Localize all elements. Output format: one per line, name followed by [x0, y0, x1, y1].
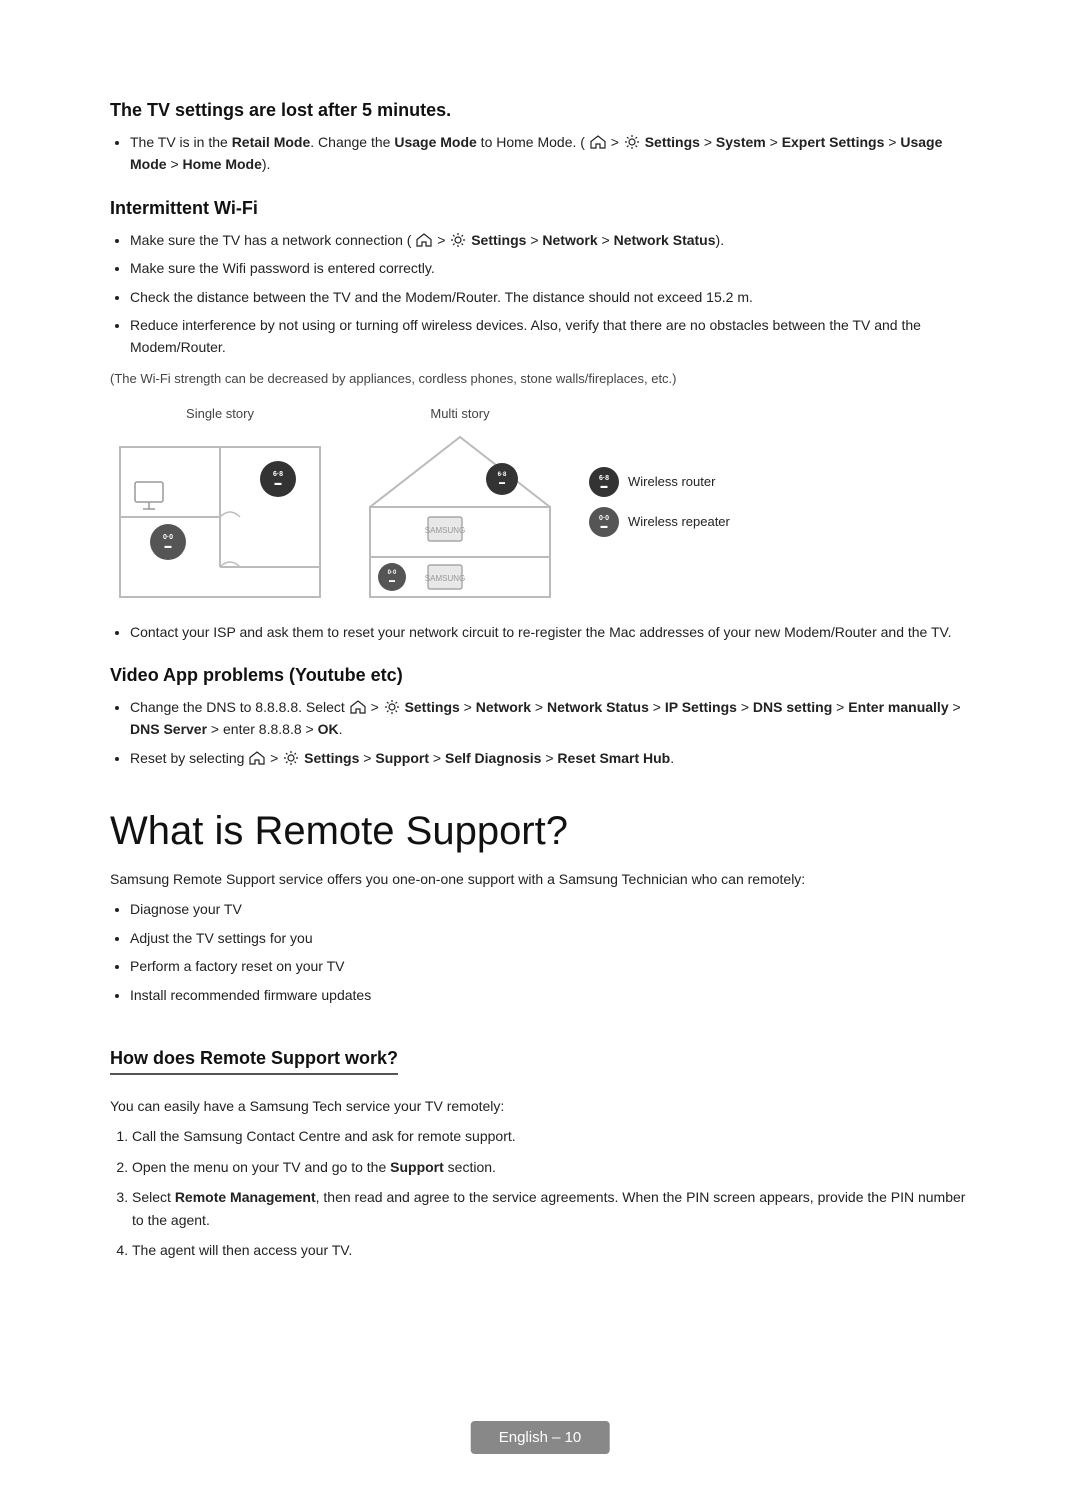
reset-nav-support: Support: [375, 750, 429, 766]
dns-nav-network: Network: [476, 699, 531, 715]
tv-settings-bullet: The TV is in the Retail Mode. Change the…: [130, 131, 970, 176]
wifi-bullet-3: Check the distance between the TV and th…: [130, 286, 970, 308]
svg-text:▬: ▬: [389, 578, 395, 584]
multi-story-svg: SAMSUNG SAMSUNG 6·8 ▬ 0·0 ▬: [350, 427, 570, 607]
remote-bullet-4: Install recommended firmware updates: [130, 984, 970, 1006]
settings-icon-4: [283, 750, 299, 766]
nav-network: Network: [542, 232, 597, 248]
nav-network-status: Network Status: [614, 232, 716, 248]
svg-text:▬: ▬: [601, 523, 608, 530]
tv-settings-section: The TV settings are lost after 5 minutes…: [110, 100, 970, 176]
wifi-bullet-2: Make sure the Wifi password is entered c…: [130, 257, 970, 279]
how-remote-heading: How does Remote Support work?: [110, 1048, 398, 1075]
video-app-bullet-2: Reset by selecting > Settings > Support …: [130, 747, 970, 769]
dns-nav-settings: Settings: [405, 699, 460, 715]
video-app-section: Video App problems (Youtube etc) Change …: [110, 665, 970, 769]
how-step-2: Open the menu on your TV and go to the S…: [132, 1156, 970, 1178]
svg-text:0·0: 0·0: [388, 570, 397, 576]
reset-nav-smart-hub: Reset Smart Hub: [557, 750, 670, 766]
diagram-legend: 6·8 ▬ Wireless router 0·0 ▬ Wireless rep…: [588, 466, 730, 538]
how-step-4: The agent will then access your TV.: [132, 1239, 970, 1261]
legend-repeater: 0·0 ▬ Wireless repeater: [588, 506, 730, 538]
svg-text:0·0: 0·0: [599, 515, 609, 522]
wifi-note: (The Wi-Fi strength can be decreased by …: [110, 369, 970, 390]
page-footer: English – 10: [471, 1421, 610, 1454]
svg-text:6·8: 6·8: [599, 475, 609, 482]
settings-icon-3: [384, 699, 400, 715]
how-remote-intro: You can easily have a Samsung Tech servi…: [110, 1095, 970, 1117]
dns-nav-status: Network Status: [547, 699, 649, 715]
svg-text:6·8: 6·8: [498, 472, 507, 478]
dns-nav-dns-server: DNS Server: [130, 721, 207, 737]
tv-settings-heading: The TV settings are lost after 5 minutes…: [110, 100, 970, 121]
dns-nav-dns-setting: DNS setting: [753, 699, 832, 715]
support-bold: Support: [390, 1159, 444, 1175]
diagram-container: Single story 6·8: [110, 406, 970, 607]
single-story-svg: 6·8 ▬ 0·0 ▬: [110, 427, 330, 607]
multi-story-label: Multi story: [430, 406, 489, 421]
svg-text:SAMSUNG: SAMSUNG: [425, 574, 465, 583]
settings-icon-2: [450, 232, 466, 248]
home-icon-4: [249, 749, 265, 763]
reset-nav-settings: Settings: [304, 750, 359, 766]
reset-nav-self-diag: Self Diagnosis: [445, 750, 541, 766]
legend-repeater-label: Wireless repeater: [628, 514, 730, 529]
dns-nav-ip: IP Settings: [665, 699, 737, 715]
legend-router-label: Wireless router: [628, 474, 715, 489]
svg-text:▬: ▬: [601, 483, 608, 490]
video-app-bullet-1: Change the DNS to 8.8.8.8. Select > Sett…: [130, 696, 970, 741]
remote-bullet-1: Diagnose your TV: [130, 898, 970, 920]
footer-label: English – 10: [499, 1429, 582, 1446]
video-app-heading: Video App problems (Youtube etc): [110, 665, 970, 686]
remote-bullet-3: Perform a factory reset on your TV: [130, 955, 970, 977]
svg-text:SAMSUNG: SAMSUNG: [425, 526, 465, 535]
nav-system: System: [716, 134, 766, 150]
home-icon: [590, 133, 606, 147]
how-step-1: Call the Samsung Contact Centre and ask …: [132, 1125, 970, 1147]
settings-icon-1: [624, 134, 640, 150]
how-remote-section: How does Remote Support work? You can ea…: [110, 1028, 970, 1261]
wifi-bullet-1: Make sure the TV has a network connectio…: [130, 229, 970, 251]
svg-text:▬: ▬: [499, 480, 505, 486]
svg-text:▬: ▬: [275, 480, 282, 487]
nav-home-mode: Home Mode: [183, 156, 262, 172]
remote-support-heading: What is Remote Support?: [110, 809, 970, 854]
wifi-bullet-4: Reduce interference by not using or turn…: [130, 314, 970, 359]
nav-settings-wifi: Settings: [471, 232, 526, 248]
dns-nav-enter-manually: Enter manually: [848, 699, 948, 715]
single-story-block: Single story 6·8: [110, 406, 330, 607]
wifi-heading: Intermittent Wi-Fi: [110, 198, 970, 219]
usage-mode-text: Usage Mode: [394, 134, 476, 150]
wifi-contact-bullet: Contact your ISP and ask them to reset y…: [130, 621, 970, 643]
retail-mode-text: Retail Mode: [232, 134, 311, 150]
remote-support-intro: Samsung Remote Support service offers yo…: [110, 868, 970, 890]
svg-text:6·8: 6·8: [273, 471, 283, 478]
nav-expert-settings: Expert Settings: [782, 134, 885, 150]
remote-support-section: What is Remote Support? Samsung Remote S…: [110, 809, 970, 1006]
nav-settings-1: Settings: [645, 134, 700, 150]
how-step-3: Select Remote Management, then read and …: [132, 1186, 970, 1231]
legend-router: 6·8 ▬ Wireless router: [588, 466, 730, 498]
home-icon-3: [350, 698, 366, 712]
svg-text:▬: ▬: [165, 543, 172, 550]
svg-text:0·0: 0·0: [163, 534, 173, 541]
dns-ok: OK: [318, 721, 339, 737]
home-icon-2: [416, 231, 432, 245]
single-story-label: Single story: [186, 406, 254, 421]
remote-mgmt-bold: Remote Management: [175, 1189, 316, 1205]
remote-bullet-2: Adjust the TV settings for you: [130, 927, 970, 949]
wifi-section: Intermittent Wi-Fi Make sure the TV has …: [110, 198, 970, 643]
multi-story-block: Multi story SAMSUNG SAMSUNG: [350, 406, 570, 607]
